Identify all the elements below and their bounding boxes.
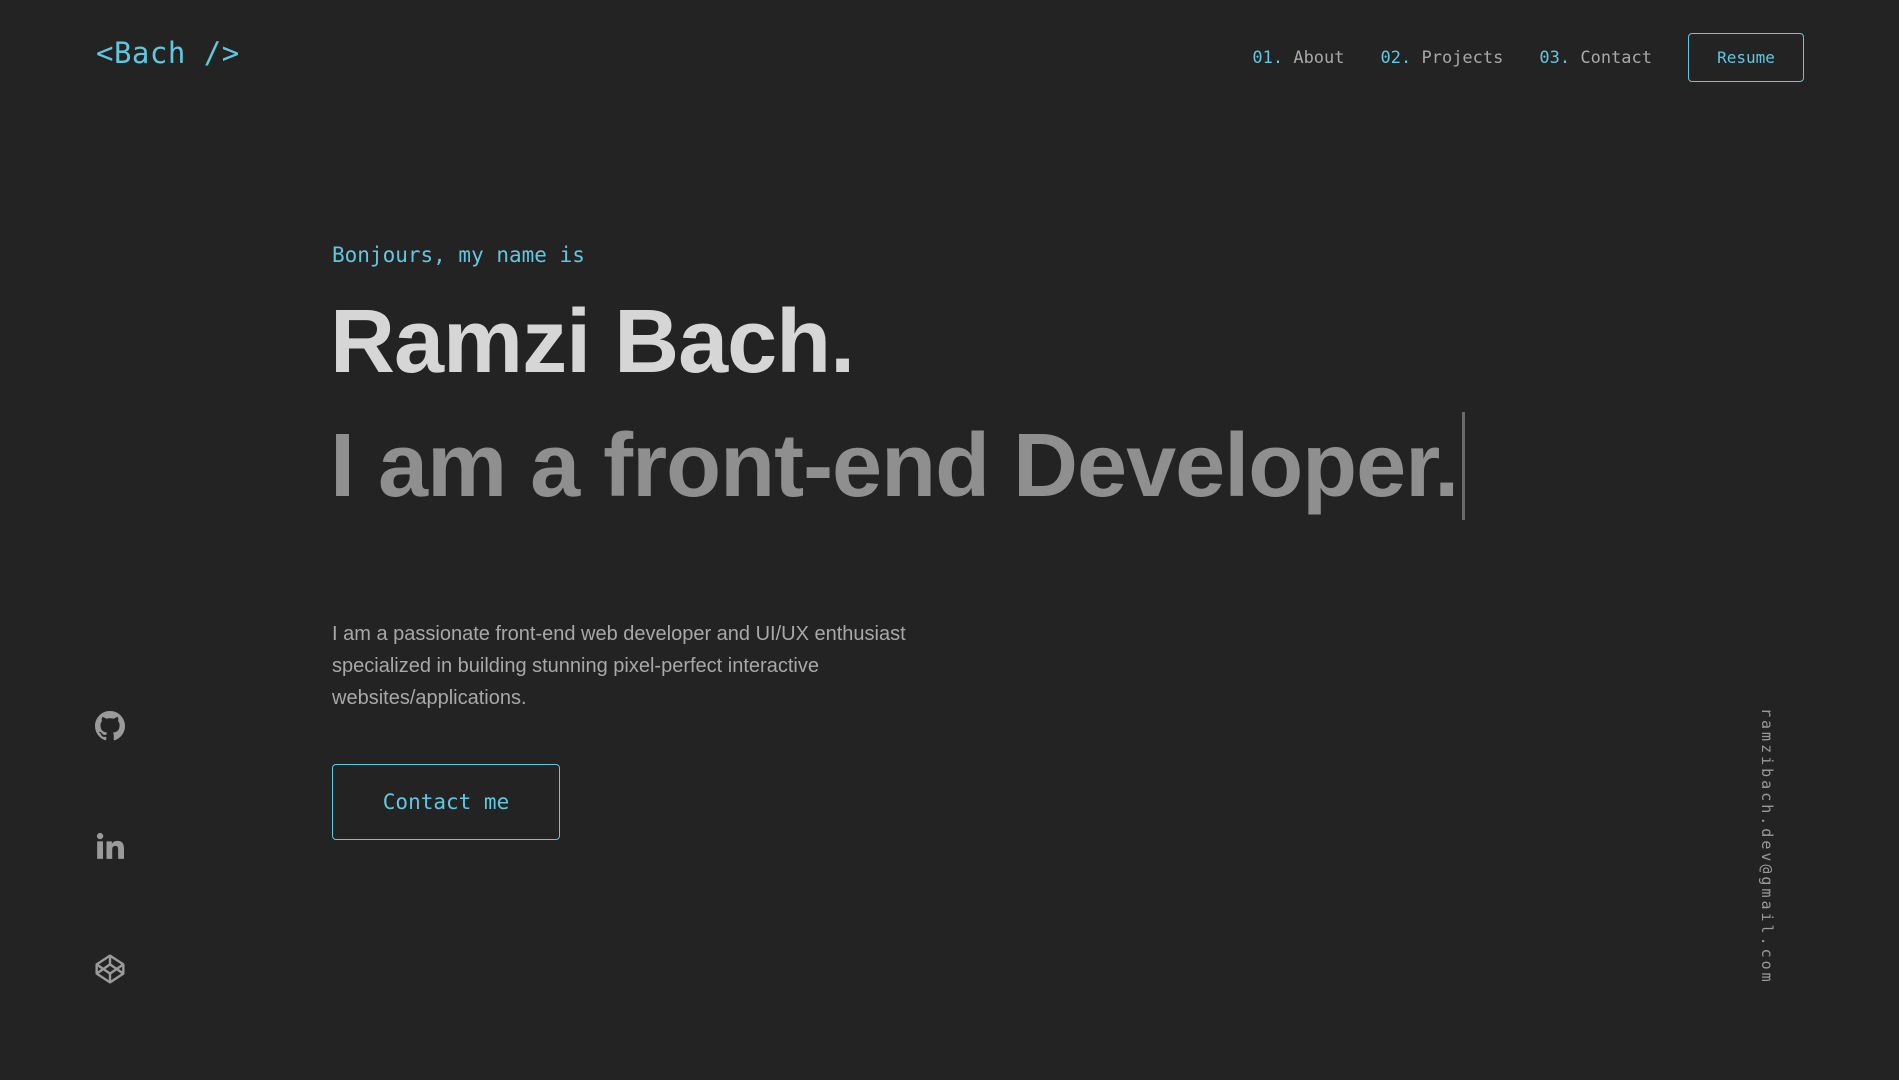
- hero-name: Ramzi Bach.: [330, 292, 855, 392]
- email-link[interactable]: ramzibach.dev@gmail.com: [1758, 708, 1776, 985]
- nav-label: About: [1293, 47, 1345, 68]
- nav-label: Contact: [1580, 47, 1652, 68]
- hero-intro: I am a passionate front-end web develope…: [332, 623, 906, 709]
- nav-number: 03.: [1539, 47, 1571, 68]
- hero-greeting: Bonjours, my name is: [332, 243, 585, 267]
- nav-number: 02.: [1380, 47, 1412, 68]
- contact-me-button[interactable]: Contact me: [332, 764, 560, 840]
- nav-item-contact[interactable]: 03. Contact: [1539, 48, 1652, 68]
- hero-tagline: I am a front-end Developer.: [330, 416, 1459, 516]
- github-link[interactable]: [93, 709, 127, 743]
- codepen-icon: [94, 953, 126, 985]
- linkedin-icon: [96, 832, 124, 860]
- hero-tagline-wrapper: I am a front-end Developer.: [330, 412, 1466, 520]
- linkedin-link[interactable]: [93, 829, 127, 863]
- nav-number: 01.: [1252, 47, 1284, 68]
- nav-item-about[interactable]: 01. About: [1252, 48, 1344, 68]
- codepen-link[interactable]: [93, 952, 127, 986]
- main-nav: 01. About 02. Projects 03. Contact Resum…: [1252, 33, 1804, 82]
- github-icon: [95, 711, 125, 741]
- nav-item-projects[interactable]: 02. Projects: [1381, 48, 1504, 68]
- resume-button[interactable]: Resume: [1688, 33, 1804, 82]
- nav-label: Projects: [1421, 47, 1504, 68]
- typing-cursor: [1462, 412, 1466, 520]
- logo[interactable]: <Bach />: [96, 36, 240, 70]
